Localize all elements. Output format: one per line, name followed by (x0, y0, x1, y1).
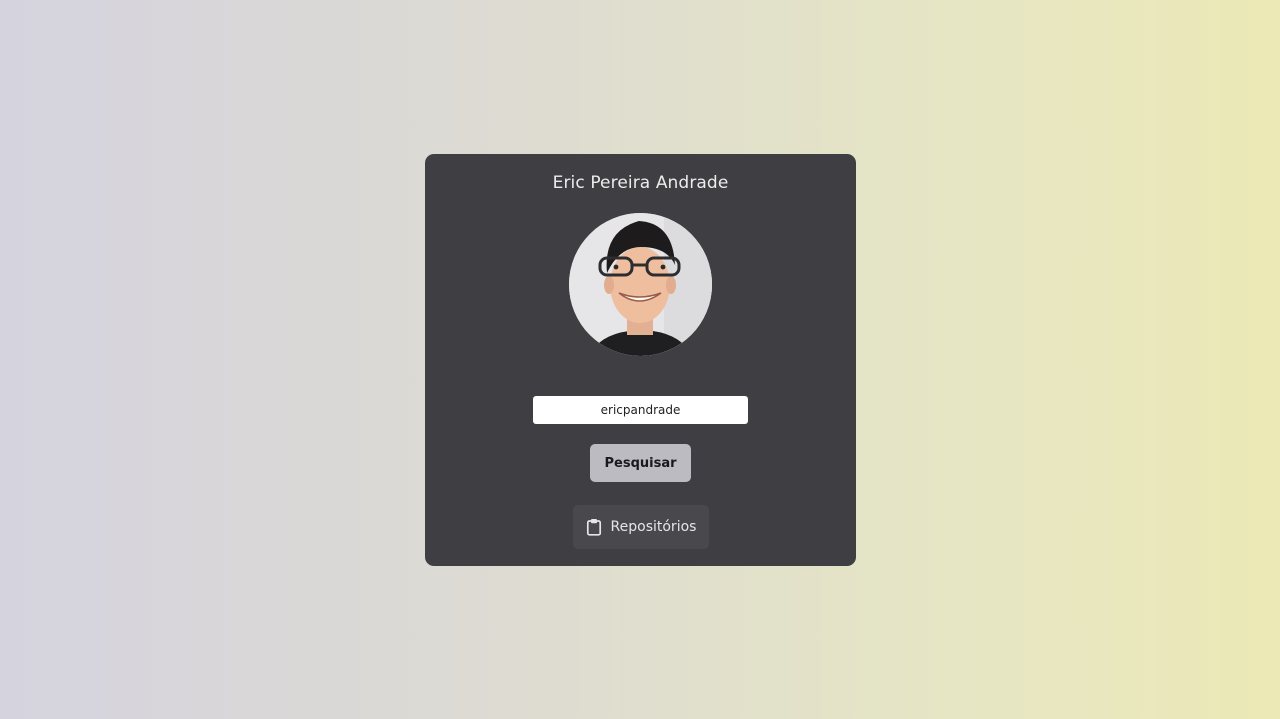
search-button[interactable]: Pesquisar (590, 444, 691, 482)
clipboard-icon (586, 518, 602, 536)
username-search-input[interactable] (533, 396, 748, 424)
profile-card: Eric Pereira Andrade P (425, 154, 856, 566)
profile-avatar (569, 213, 712, 356)
profile-name: Eric Pereira Andrade (552, 173, 729, 193)
repositories-button[interactable]: Repositórios (573, 505, 709, 549)
avatar-photo (569, 213, 712, 356)
repositories-label: Repositórios (610, 519, 697, 535)
